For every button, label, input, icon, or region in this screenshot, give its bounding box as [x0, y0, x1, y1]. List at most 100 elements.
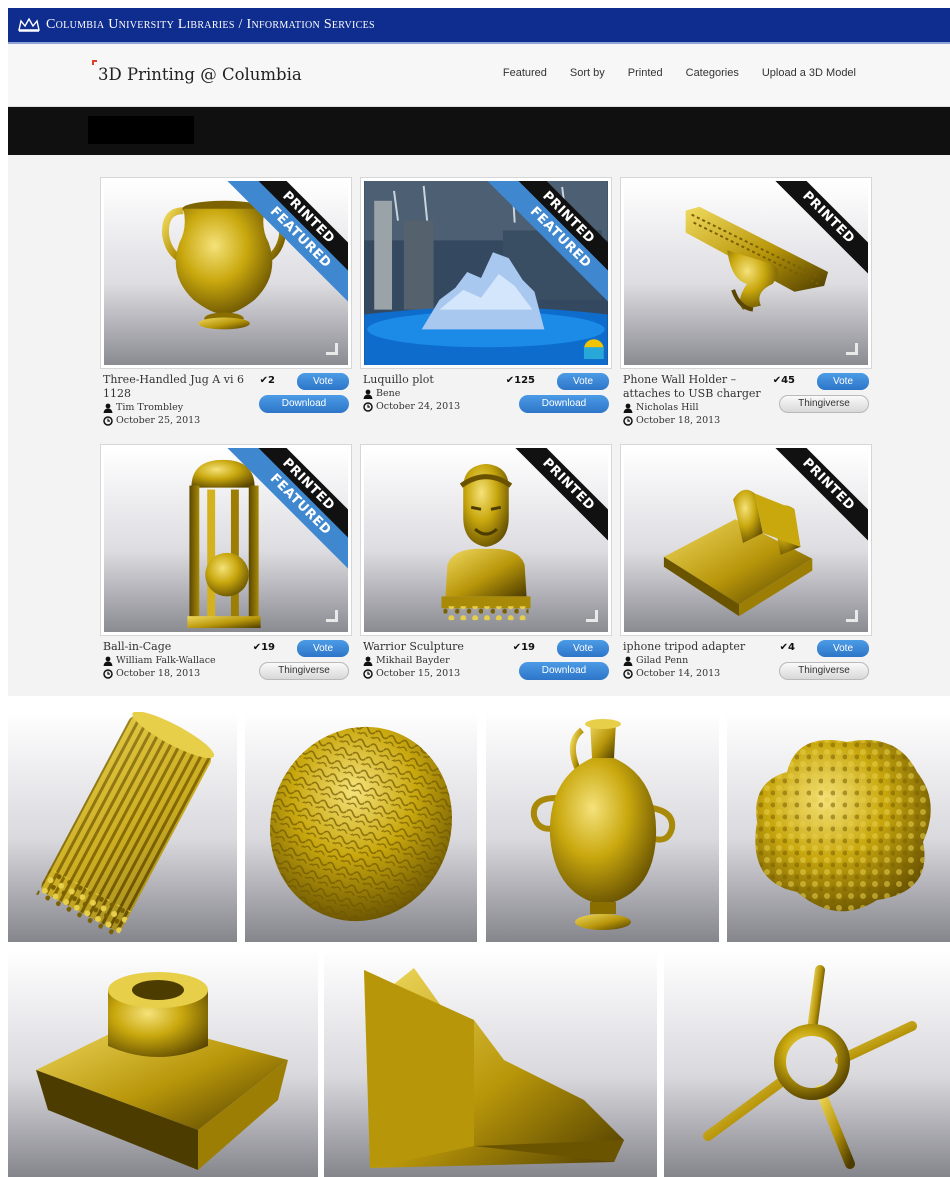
model-date: October 18, 2013	[623, 414, 869, 427]
vote-count-value: 125	[514, 375, 535, 386]
date-text: October 18, 2013	[636, 415, 721, 426]
model-thumbnail[interactable]: PRINTED	[620, 444, 872, 636]
protein-surface-image	[755, 740, 931, 912]
vote-button[interactable]: Vote	[557, 640, 609, 657]
user-icon	[363, 389, 373, 399]
nav-printed[interactable]: Printed	[628, 67, 663, 79]
date-text: October 24, 2013	[376, 401, 461, 412]
gallery-terrain-wedge	[324, 950, 657, 1177]
ribbon-container: PRINTED FEATURED	[218, 181, 348, 311]
author-name[interactable]: Tim Trombley	[116, 401, 183, 414]
printed-ribbon: PRINTED	[753, 448, 868, 560]
clock-icon	[623, 668, 633, 679]
expand-icon[interactable]	[326, 610, 338, 622]
vote-count: ✔4	[779, 642, 795, 653]
vote-button[interactable]: Vote	[297, 373, 349, 390]
clock-icon	[363, 668, 373, 679]
ribbon-container: PRINTED	[738, 181, 868, 311]
amphora-image	[530, 719, 676, 930]
expand-icon[interactable]	[326, 343, 338, 355]
printed-ribbon: PRINTED	[493, 448, 608, 560]
cul-banner: Columbia University Libraries / Informat…	[8, 8, 950, 44]
expand-icon[interactable]	[846, 610, 858, 622]
vote-count: ✔2	[259, 375, 275, 386]
block-with-cup-image	[36, 972, 288, 1170]
model-meta: iphone tripod adapter Gilad Penn October…	[623, 640, 869, 680]
model-title[interactable]: Warrior Sculpture	[363, 640, 511, 654]
model-grid: PRINTED FEATURED Three-Handled Jug A vi …	[8, 155, 950, 696]
date-text: October 14, 2013	[636, 668, 721, 679]
author-name[interactable]: William Falk-Wallace	[116, 654, 216, 667]
user-icon	[363, 656, 373, 666]
date-text: October 18, 2013	[116, 668, 201, 679]
model-thumbnail[interactable]: PRINTED FEATURED	[100, 177, 352, 369]
vote-button[interactable]: Vote	[297, 640, 349, 657]
model-thumbnail[interactable]: PRINTED	[360, 444, 612, 636]
ribbon-container: PRINTED	[478, 448, 608, 578]
main-nav: Featured Sort by Printed Categories Uplo…	[480, 67, 856, 79]
author-name[interactable]: Mikhail Bayder	[376, 654, 450, 667]
clock-icon	[103, 415, 113, 426]
model-meta: Three-Handled Jug A vi 6 1128 Tim Trombl…	[103, 373, 349, 427]
thingiverse-button[interactable]: Thingiverse	[259, 662, 349, 680]
model-thumbnail[interactable]: PRINTED FEATURED	[100, 444, 352, 636]
nav-categories[interactable]: Categories	[686, 67, 739, 79]
gallery-ring-with-spokes	[664, 950, 950, 1177]
model-card: PRINTED Phone Wall Holder – attaches to …	[620, 177, 872, 432]
download-button[interactable]: Download	[259, 395, 349, 413]
user-icon	[103, 656, 113, 666]
site-logo-text: 3D Printing @ Columbia	[98, 65, 302, 84]
clock-icon	[103, 668, 113, 679]
user-icon	[623, 403, 633, 413]
model-thumbnail[interactable]: PRINTED FEATURED	[360, 177, 612, 369]
printed-ribbon: PRINTED	[753, 181, 868, 293]
model-title[interactable]: Luquillo plot	[363, 373, 511, 387]
vote-count-value: 4	[788, 642, 795, 653]
thingiverse-button[interactable]: Thingiverse	[779, 662, 869, 680]
date-text: October 15, 2013	[376, 668, 461, 679]
model-card: PRINTED FEATURED Ball-in-Cage William Fa…	[100, 444, 352, 699]
model-title[interactable]: iphone tripod adapter	[623, 640, 771, 654]
user-icon	[103, 403, 113, 413]
ribbon-container: PRINTED	[738, 448, 868, 578]
gallery-brain	[245, 712, 477, 942]
nav-upload[interactable]: Upload a 3D Model	[762, 67, 856, 79]
logo-corner-mark	[92, 60, 97, 65]
model-thumbnail[interactable]: PRINTED	[620, 177, 872, 369]
site-logo[interactable]: 3D Printing @ Columbia	[92, 60, 302, 84]
model-date: October 25, 2013	[103, 414, 349, 427]
vote-count: ✔19	[252, 642, 275, 653]
download-button[interactable]: Download	[519, 395, 609, 413]
expand-icon[interactable]	[846, 343, 858, 355]
clock-icon	[623, 415, 633, 426]
download-button[interactable]: Download	[519, 662, 609, 680]
vote-count-value: 19	[521, 642, 535, 653]
ribbed-cylinder-image	[35, 712, 215, 939]
cul-banner-title[interactable]: Columbia University Libraries / Informat…	[46, 17, 375, 33]
nav-sort-by[interactable]: Sort by	[570, 67, 605, 79]
model-meta: Luquillo plot Bene October 24, 2013 ✔125…	[363, 373, 609, 413]
expand-icon[interactable]	[586, 610, 598, 622]
vote-count-value: 19	[261, 642, 275, 653]
vote-button[interactable]: Vote	[817, 373, 869, 390]
vote-button[interactable]: Vote	[817, 640, 869, 657]
clock-icon	[363, 401, 373, 412]
brain-image	[270, 726, 452, 922]
model-title[interactable]: Three-Handled Jug A vi 6 1128	[103, 373, 251, 401]
model-card: PRINTED Warrior Sculpture Mikhail Bayder…	[360, 444, 612, 699]
model-title[interactable]: Phone Wall Holder – attaches to USB char…	[623, 373, 771, 401]
author-name[interactable]: Nicholas Hill	[636, 401, 699, 414]
nav-featured[interactable]: Featured	[503, 67, 547, 79]
model-card: PRINTED FEATURED Three-Handled Jug A vi …	[100, 177, 352, 432]
hero-bar	[8, 107, 950, 155]
model-meta: Phone Wall Holder – attaches to USB char…	[623, 373, 869, 427]
author-name[interactable]: Bene	[376, 387, 400, 400]
ribbon-container: PRINTED FEATURED	[218, 448, 348, 578]
author-name[interactable]: Gilad Penn	[636, 654, 688, 667]
thingiverse-button[interactable]: Thingiverse	[779, 395, 869, 413]
terrain-wedge-image	[364, 968, 624, 1168]
site-header: 3D Printing @ Columbia Featured Sort by …	[8, 44, 950, 107]
vote-count: ✔45	[772, 375, 795, 386]
vote-button[interactable]: Vote	[557, 373, 609, 390]
model-title[interactable]: Ball-in-Cage	[103, 640, 251, 654]
